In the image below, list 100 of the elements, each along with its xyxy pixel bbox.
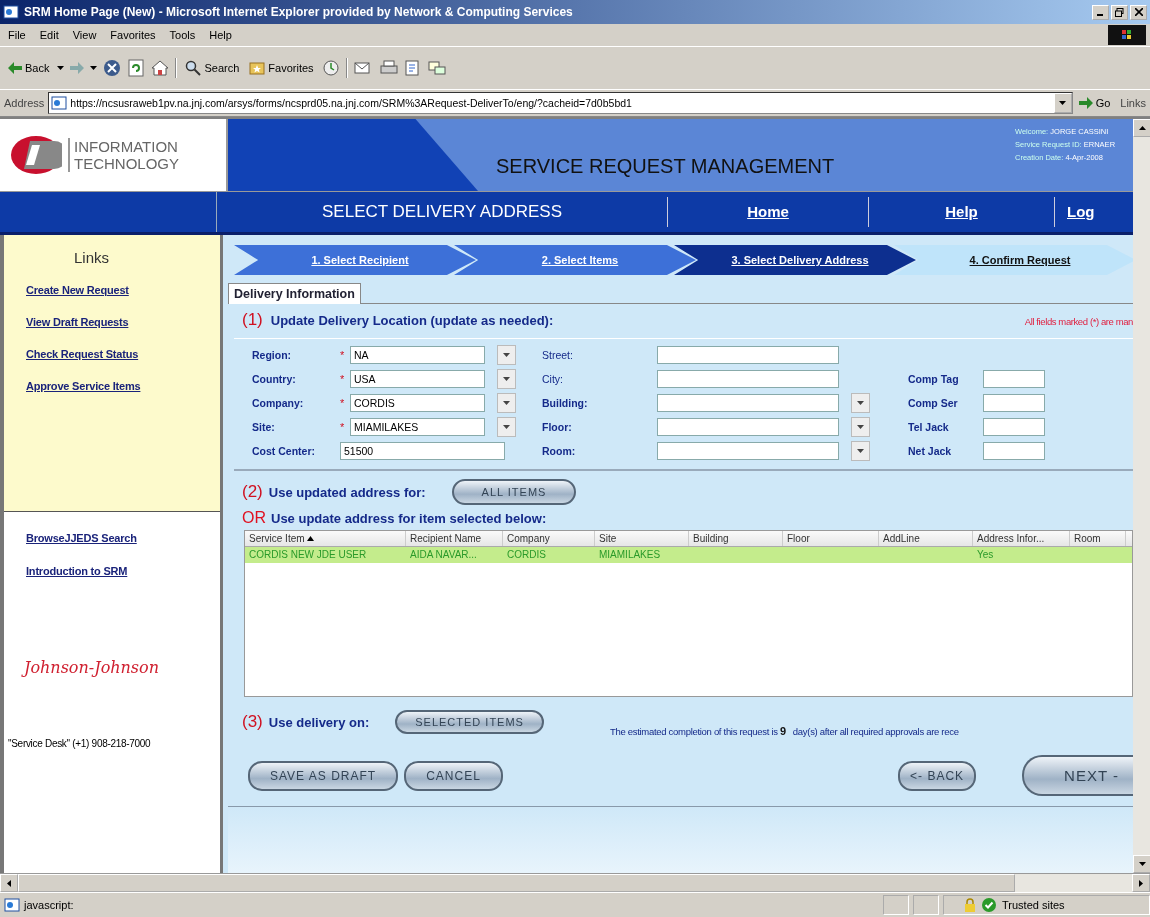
stop-icon[interactable] [103, 59, 122, 77]
table-cell-text: AIDA NAVAR... [409, 548, 478, 562]
dropdown-button[interactable] [851, 441, 870, 461]
menu-item[interactable]: Tools [169, 29, 196, 41]
dropdown-button[interactable] [851, 417, 870, 437]
column-header[interactable]: Company [503, 531, 595, 546]
column-header[interactable]: Floor [783, 531, 879, 546]
column-header[interactable]: AddLine [879, 531, 973, 546]
dropdown-button[interactable] [851, 393, 870, 413]
dropdown-arrow-icon[interactable] [90, 66, 98, 70]
window-title: SRM Home Page (New) - Microsoft Internet Explorer provided by Network & Computing Services [24, 5, 574, 19]
down-arrow-icon[interactable] [1138, 862, 1146, 866]
field-label: Building: [542, 397, 589, 409]
column-header[interactable]: Site [595, 531, 689, 546]
favorites-button[interactable]: Favorites [247, 58, 316, 78]
nav-link[interactable]: Log [1055, 197, 1095, 227]
input-field[interactable] [657, 370, 839, 388]
dropdown-button[interactable] [497, 369, 516, 389]
dropdown-button[interactable] [497, 417, 516, 437]
column-header[interactable]: Recipient Name [406, 531, 503, 546]
progress-step[interactable]: 1. Select Recipient [234, 245, 476, 275]
sidebar-link[interactable]: Create New Request [26, 284, 220, 296]
input-field[interactable] [983, 394, 1045, 412]
column-header[interactable]: Service Item [245, 531, 406, 546]
links-label[interactable]: Links [1120, 97, 1146, 109]
input-field[interactable] [657, 418, 839, 436]
all-items-button[interactable]: ALL ITEMS [451, 479, 577, 505]
menu-item[interactable]: Help [209, 29, 232, 41]
nav-link[interactable]: Home [668, 197, 869, 227]
search-button[interactable]: Search [183, 58, 242, 78]
tab[interactable]: Delivery Information [228, 283, 361, 304]
field-label: Cost Center: [252, 445, 316, 457]
next-button[interactable]: NEXT - [1022, 755, 1133, 796]
dropdown-button[interactable] [497, 345, 516, 365]
dropdown-button[interactable] [497, 393, 516, 413]
dropdown-arrow-icon[interactable] [57, 66, 65, 70]
input-field[interactable] [657, 394, 839, 412]
progress-step[interactable]: 4. Confirm Request [894, 245, 1133, 275]
cancel-button[interactable]: CANCEL [404, 760, 503, 791]
caret-icon [1059, 101, 1067, 105]
sidebar-heading: Links [74, 249, 111, 266]
print-icon[interactable] [379, 59, 398, 77]
select-field[interactable]: MIAMILAKES [350, 418, 485, 436]
column-header[interactable]: Room [1070, 531, 1126, 546]
field-label: Comp Tag [908, 373, 960, 385]
left-arrow-icon[interactable] [7, 879, 11, 887]
select-field[interactable]: USA [350, 370, 485, 388]
back-button[interactable]: Back [6, 60, 52, 76]
menu-item[interactable]: Edit [39, 29, 59, 41]
sidebar-link[interactable]: Approve Service Items [26, 380, 220, 392]
section-title: Update Delivery Location (update as needed): [270, 313, 554, 328]
section-title: Use updated address for: [268, 484, 426, 500]
sidebar-link[interactable]: View Draft Requests [26, 316, 220, 328]
right-arrow-icon[interactable] [1139, 879, 1143, 887]
menu-item[interactable]: Favorites [110, 29, 156, 41]
menu-item[interactable]: View [72, 29, 97, 41]
vertical-scrollbar[interactable] [1133, 119, 1150, 873]
up-arrow-icon[interactable] [1138, 126, 1146, 130]
caret-icon [503, 401, 510, 405]
table-cell-text: CORDIS NEW JDE USER [248, 548, 368, 562]
input-field[interactable] [657, 442, 839, 460]
input-field[interactable] [657, 346, 839, 364]
history-icon[interactable] [321, 59, 340, 77]
address-field[interactable]: https://ncsusraweb1pv.na.jnj.com/arsys/forms/ncsprd05.na.jnj.com/SRM%3ARequest-DeliverTo/eng/?cacheid=7d0b5bd1 [48, 92, 1073, 114]
back-arrow-icon [8, 62, 22, 74]
back-button[interactable]: <- BACK [898, 760, 977, 791]
horizontal-scrollbar[interactable] [0, 873, 1150, 892]
column-header[interactable]: Address Infor... [973, 531, 1070, 546]
restore-icon [1115, 7, 1124, 17]
input-field[interactable]: 51500 [340, 442, 505, 460]
section-title: Use update address for item selected below: [271, 511, 547, 526]
close-button[interactable] [1130, 4, 1147, 20]
status-pane [913, 895, 939, 915]
input-field[interactable] [983, 442, 1045, 460]
discuss-icon[interactable] [427, 59, 446, 77]
menu-item[interactable]: File [8, 29, 26, 41]
progress-step[interactable]: 2. Select Items [454, 245, 696, 275]
input-field[interactable] [983, 418, 1045, 436]
sidebar-link[interactable]: Introduction to SRM [26, 565, 220, 577]
go-button[interactable]: Go [1076, 95, 1113, 111]
scrollbar-thumb[interactable] [18, 874, 1015, 892]
edit-icon[interactable] [403, 59, 422, 77]
home-icon[interactable] [151, 59, 170, 77]
save-draft-button[interactable]: SAVE AS DRAFT [248, 760, 399, 791]
select-field[interactable]: CORDIS [350, 394, 485, 412]
input-field[interactable] [983, 370, 1045, 388]
selected-items-button[interactable]: SELECTED ITEMS [395, 710, 544, 734]
field-label: Comp Ser [908, 397, 959, 409]
sidebar-link[interactable]: BrowseJJEDS Search [26, 532, 220, 544]
column-header[interactable]: Building [689, 531, 783, 546]
minimize-button[interactable] [1092, 4, 1109, 20]
sidebar-link[interactable]: Check Request Status [26, 348, 220, 360]
refresh-icon[interactable] [127, 59, 146, 77]
field-label: Net Jack [908, 445, 953, 457]
select-field[interactable]: NA [350, 346, 485, 364]
progress-step[interactable]: 3. Select Delivery Address [674, 245, 916, 275]
step-number: (2) [242, 482, 263, 502]
nav-link[interactable]: Help [869, 197, 1055, 227]
required-mark: * [340, 421, 345, 433]
maximize-button[interactable] [1111, 4, 1128, 20]
